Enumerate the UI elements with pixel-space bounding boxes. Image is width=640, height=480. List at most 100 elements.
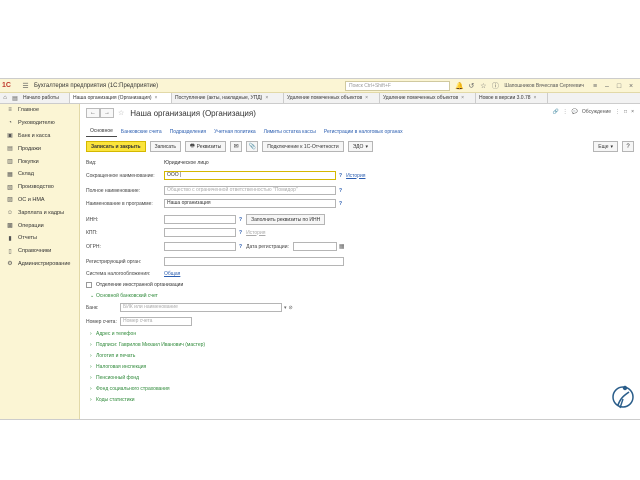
account-input[interactable]: Номер счета [120,317,192,326]
sidebar-item-label: Администрирование [18,260,71,267]
history-link[interactable]: История [346,173,365,179]
sidebar-item-production[interactable]: ▧ Производство [0,181,79,194]
maximize-icon[interactable]: □ [614,83,624,90]
short-name-input[interactable]: ООО | [164,171,336,180]
group-stat-codes[interactable]: › Коды статистики [90,397,135,403]
group-address[interactable]: › Адрес и телефон [90,331,136,337]
kpp-input[interactable] [164,228,236,237]
more-button[interactable]: Еще ▾ [593,141,618,152]
close-tab-icon[interactable]: × [461,95,464,101]
kpp-history-link[interactable]: История [246,230,265,236]
forward-button[interactable]: → [100,108,114,118]
history-icon[interactable]: ↺ [466,82,476,90]
discussion-link[interactable]: Обсуждение [582,109,611,115]
subtab-departments[interactable]: Подразделения [166,127,210,137]
help-button[interactable]: ? [622,141,634,152]
sidebar-item-warehouse[interactable]: ▦ Склад [0,168,79,181]
bank-account-group[interactable]: ⌄ Основной банковский счет [90,293,158,299]
back-button[interactable]: ← [86,108,100,118]
subtab-accounting-policy[interactable]: Учетная политика [210,127,260,137]
subtab-bank-accounts[interactable]: Банковские счета [117,127,166,137]
link-icon[interactable]: ⊘ [289,305,293,311]
sidebar-item-reports[interactable]: ▮ Отчеты [0,232,79,245]
subtab-cash-limits[interactable]: Лимиты остатка кассы [260,127,320,137]
tab-whats-new[interactable]: Новое в версии 3.0.78 × [476,93,548,103]
bank-input[interactable]: БИК или наименование [120,303,282,312]
dropdown-icon[interactable]: ▾ [284,305,287,311]
sidebar-item-sales[interactable]: ▤ Продажи [0,142,79,155]
sidebar-item-manager[interactable]: ◔ Руководителю [0,117,79,130]
sidebar-item-operations[interactable]: ▩ Операции [0,219,79,232]
reg-org-input[interactable] [164,257,344,266]
foreign-branch-checkbox[interactable] [86,282,92,288]
save-and-close-button[interactable]: Записать и закрыть [86,141,146,152]
tab-organization[interactable]: Наша организация (Организация) × [70,93,172,103]
home-icon[interactable]: ⌂ [0,93,10,103]
group-logo[interactable]: › Логотип и печать [90,353,135,359]
link-icon[interactable]: 🔗 [552,109,558,115]
tab-delete-marked-2[interactable]: Удаление помеченных объектов × [380,93,476,103]
sidebar-item-salary[interactable]: ☺ Зарплата и кадры [0,206,79,219]
list-icon[interactable]: ▤ [10,93,20,103]
group-pension-fund[interactable]: › Пенсионный фонд [90,375,139,381]
requisites-button[interactable]: 🖶 Реквизиты [184,141,227,152]
close-tab-icon[interactable]: × [265,95,268,101]
help-icon[interactable]: ? [339,201,342,207]
sidebar-item-bank[interactable]: ▣ Банк и касса [0,130,79,143]
global-search-input[interactable]: Поиск Ctrl+Shift+F [345,81,450,91]
star-icon[interactable]: ☆ [478,82,488,90]
calendar-icon[interactable]: ▦ [339,243,345,250]
help-icon[interactable]: ? [339,188,342,194]
reg-org-label: Регистрирующий орган: [86,258,142,265]
tab-receipts[interactable]: Поступление (акты, накладные, УПД) × [172,93,284,103]
close-tab-icon[interactable]: × [365,95,368,101]
discussion-icon[interactable]: 💬 [572,109,578,115]
sidebar-item-admin[interactable]: ⚙ Администрирование [0,258,79,271]
attach-icon[interactable]: 📎 [246,141,259,152]
subtab-main[interactable]: Основное [86,126,117,137]
fill-by-inn-button[interactable]: Заполнить реквизиты по ИНН [246,214,326,225]
tax-system-link[interactable]: Общая [164,271,180,277]
app-window: 1С ☰ Бухгалтерия предприятия (1С:Предпри… [0,78,640,420]
tab-delete-marked-1[interactable]: Удаление помеченных объектов × [284,93,380,103]
inn-input[interactable] [164,215,236,224]
connect-reporting-button[interactable]: Подключение к 1С-Отчетности [262,141,344,152]
form-close-icon[interactable]: × [631,109,634,115]
mail-icon[interactable]: ✉ [230,141,243,152]
edo-button[interactable]: ЭДО ▾ [347,141,373,152]
program-name-input[interactable]: Наша организация [164,199,336,208]
more-icon[interactable]: ⋮ [563,109,568,115]
star-icon[interactable]: ☆ [118,109,124,117]
subtab-tax-registrations[interactable]: Регистрации в налоговых органах [320,127,407,137]
info-icon[interactable]: ⓘ [490,81,500,91]
settings-icon[interactable]: ≡ [590,83,600,90]
vid-label: Вид: [86,160,97,166]
ogrn-input[interactable] [164,242,236,251]
group-signatures[interactable]: › Подписи: Гаврилов Михаил Иванович (маст… [90,342,205,348]
help-icon[interactable]: ? [239,230,242,236]
tab-start[interactable]: Начало работы [20,93,70,103]
close-tab-icon[interactable]: × [155,95,158,101]
help-icon[interactable]: ? [339,173,342,179]
sidebar-item-main[interactable]: ≡ Главное [0,104,79,117]
group-tax-inspection[interactable]: › Налоговая инспекция [90,364,146,370]
sidebar-item-assets[interactable]: ▨ ОС и НМА [0,194,79,207]
user-name[interactable]: Шапошников Вячеслав Сергеевич [504,83,584,89]
help-icon[interactable]: ? [239,244,242,250]
group-social-fund[interactable]: › Фонд социального страхования [90,386,170,392]
help-icon[interactable]: ? [239,217,242,223]
close-tab-icon[interactable]: × [534,95,537,101]
reports-icon: ▮ [8,235,12,242]
minimize-icon[interactable]: – [602,83,612,90]
form-maximize-icon[interactable]: □ [624,109,627,115]
full-name-input[interactable]: Общество с ограниченной ответственностью… [164,186,336,195]
sidebar-item-catalogs[interactable]: ▯ Справочники [0,245,79,258]
sidebar-item-purchases[interactable]: ▥ Покупки [0,155,79,168]
reg-date-input[interactable] [292,242,337,251]
save-button[interactable]: Записать [149,141,181,152]
sidebar-item-label: Руководителю [18,120,55,127]
form-menu-icon[interactable]: ⋮ [615,109,620,115]
menu-icon[interactable]: ☰ [21,81,30,90]
close-icon[interactable]: × [626,83,636,90]
bell-icon[interactable]: 🔔 [454,82,464,90]
